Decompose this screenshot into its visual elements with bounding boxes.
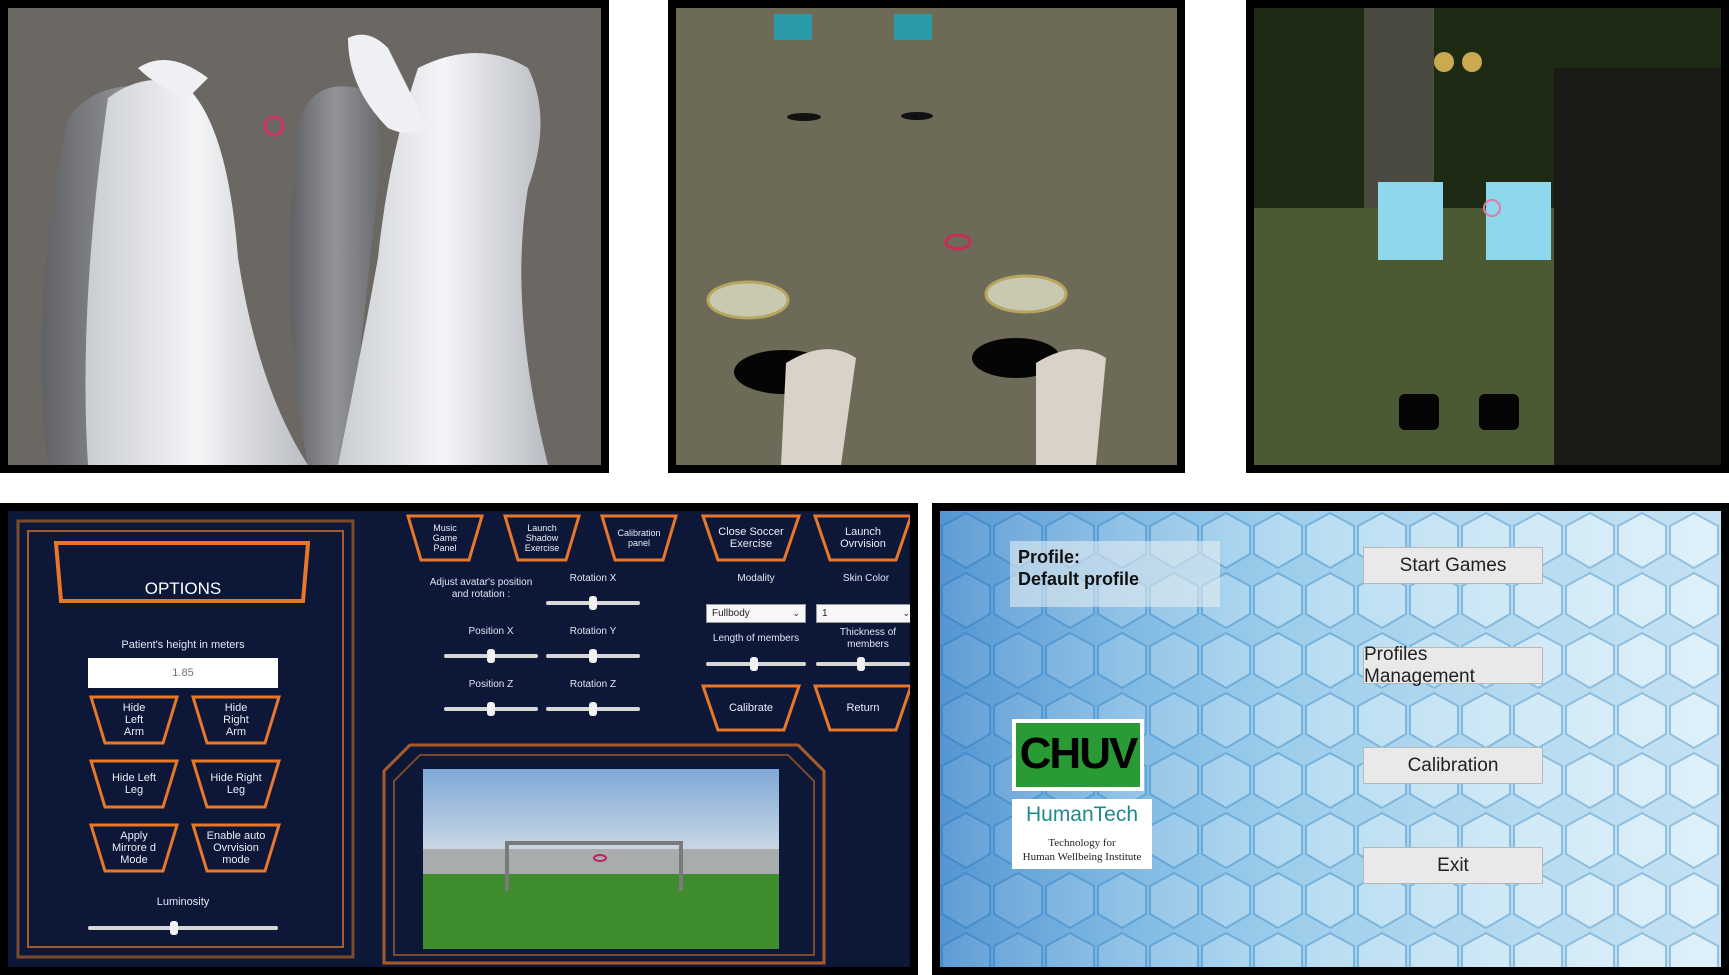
- calibration-button[interactable]: Calibration: [1363, 747, 1543, 784]
- launch-ovrvision-button[interactable]: Launch Ovrvision: [812, 513, 910, 563]
- length-members-slider[interactable]: [706, 657, 806, 671]
- length-members-label: Length of members: [712, 633, 800, 644]
- enable-ovrvision-label: Enable auto Ovrvision mode: [206, 830, 266, 866]
- position-z-slider[interactable]: [444, 702, 538, 716]
- launch-ovrvision-label: Launch Ovrvision: [840, 526, 886, 550]
- profiles-management-label: Profiles Management: [1364, 643, 1475, 687]
- rotation-x-label: Rotation X: [569, 573, 617, 584]
- humantech-tagline-2: Human Wellbeing Institute: [1022, 851, 1142, 863]
- thickness-members-label: Thickness of members: [839, 627, 897, 650]
- close-soccer-label: Close Soccer Exercise: [718, 526, 784, 550]
- exit-label: Exit: [1437, 854, 1469, 876]
- hide-right-arm-label: Hide Right Arm: [223, 702, 249, 738]
- rotation-y-slider[interactable]: [546, 649, 640, 663]
- apply-mirrored-mode-button[interactable]: Apply Mirrore d Mode: [88, 822, 180, 874]
- close-soccer-button[interactable]: Close Soccer Exercise: [700, 513, 802, 563]
- camera-scene: [1254, 8, 1721, 465]
- humantech-tagline-1: Technology for: [1048, 837, 1116, 849]
- return-label: Return: [846, 702, 880, 714]
- skin-color-select[interactable]: 1 ⌄: [816, 604, 910, 623]
- hide-right-leg-button[interactable]: Hide Right Leg: [190, 758, 282, 810]
- chuv-logo: CHUV: [1012, 719, 1144, 791]
- music-game-panel-label: Music Game Panel: [432, 523, 458, 553]
- skin-color-value: 1: [822, 608, 828, 619]
- calibration-panel-label: Calibration panel: [617, 528, 661, 548]
- soccer-game-scene: [706, 14, 1106, 465]
- chevron-down-icon: ⌄: [792, 608, 800, 618]
- shadow-exercise-button[interactable]: Launch Shadow Exercise: [502, 513, 582, 563]
- hide-left-leg-button[interactable]: Hide Left Leg: [88, 758, 180, 810]
- position-x-slider[interactable]: [444, 649, 538, 663]
- hide-right-arm-button[interactable]: Hide Right Arm: [190, 694, 282, 746]
- return-button[interactable]: Return: [812, 683, 910, 733]
- adjust-avatar-label: Adjust avatar's position and rotation :: [429, 577, 533, 600]
- main-menu-panel: Profile: Default profile Start Games Pro…: [932, 503, 1729, 975]
- calibration-panel-button[interactable]: Calibration panel: [599, 513, 679, 563]
- calibrate-button[interactable]: Calibrate: [700, 683, 802, 733]
- shadow-exercise-label: Launch Shadow Exercise: [524, 523, 560, 553]
- options-title: OPTIONS: [144, 579, 222, 598]
- chuv-logo-text: CHUV: [1019, 729, 1139, 778]
- profile-title: Profile:: [1018, 547, 1081, 567]
- modality-label: Modality: [737, 573, 775, 584]
- soccer-preview-scene: [423, 769, 779, 949]
- rotation-z-label: Rotation Z: [569, 679, 617, 690]
- profiles-management-button[interactable]: Profiles Management: [1363, 644, 1543, 687]
- hide-right-leg-label: Hide Right Leg: [210, 772, 262, 796]
- humantech-logo: HumanTech Technology for Human Wellbeing…: [1012, 799, 1152, 869]
- exit-button[interactable]: Exit: [1363, 847, 1543, 884]
- thickness-members-slider[interactable]: [816, 657, 910, 671]
- options-panel: OPTIONS Patient's height in meters Hide …: [0, 503, 918, 975]
- apply-mirrored-mode-label: Apply Mirrore d Mode: [111, 830, 156, 866]
- profile-box: Profile: Default profile: [1010, 541, 1220, 607]
- music-game-panel-button[interactable]: Music Game Panel: [405, 513, 485, 563]
- rotation-x-slider[interactable]: [546, 596, 640, 610]
- profile-name: Default profile: [1018, 569, 1140, 589]
- enable-ovrvision-button[interactable]: Enable auto Ovrvision mode: [190, 822, 282, 874]
- hide-left-arm-label: Hide Left Arm: [122, 702, 146, 738]
- rotation-z-slider[interactable]: [546, 702, 640, 716]
- height-input[interactable]: [88, 658, 278, 688]
- modality-value: Fullbody: [712, 608, 750, 619]
- avatar-legs-view: [0, 0, 609, 473]
- rotation-y-label: Rotation Y: [569, 626, 617, 637]
- calibrate-label: Calibrate: [728, 702, 774, 714]
- start-games-button[interactable]: Start Games: [1363, 547, 1543, 584]
- modality-select[interactable]: Fullbody ⌄: [706, 604, 806, 623]
- chevron-down-icon: ⌄: [902, 608, 910, 618]
- ovrvision-camera-view: [1246, 0, 1729, 473]
- luminosity-label: Luminosity: [156, 896, 210, 908]
- skin-color-label: Skin Color: [842, 573, 890, 584]
- height-label: Patient's height in meters: [121, 639, 245, 651]
- soccer-game-view: [668, 0, 1185, 473]
- humantech-logo-text: HumanTech: [1025, 803, 1139, 826]
- position-z-label: Position Z: [468, 679, 514, 690]
- position-x-label: Position X: [468, 626, 514, 637]
- luminosity-slider[interactable]: [88, 921, 278, 935]
- avatar-legs-scene: [41, 34, 548, 465]
- calibration-label: Calibration: [1407, 754, 1499, 776]
- start-games-label: Start Games: [1399, 554, 1507, 576]
- hide-left-arm-button[interactable]: Hide Left Arm: [88, 694, 180, 746]
- hide-left-leg-label: Hide Left Leg: [111, 772, 157, 796]
